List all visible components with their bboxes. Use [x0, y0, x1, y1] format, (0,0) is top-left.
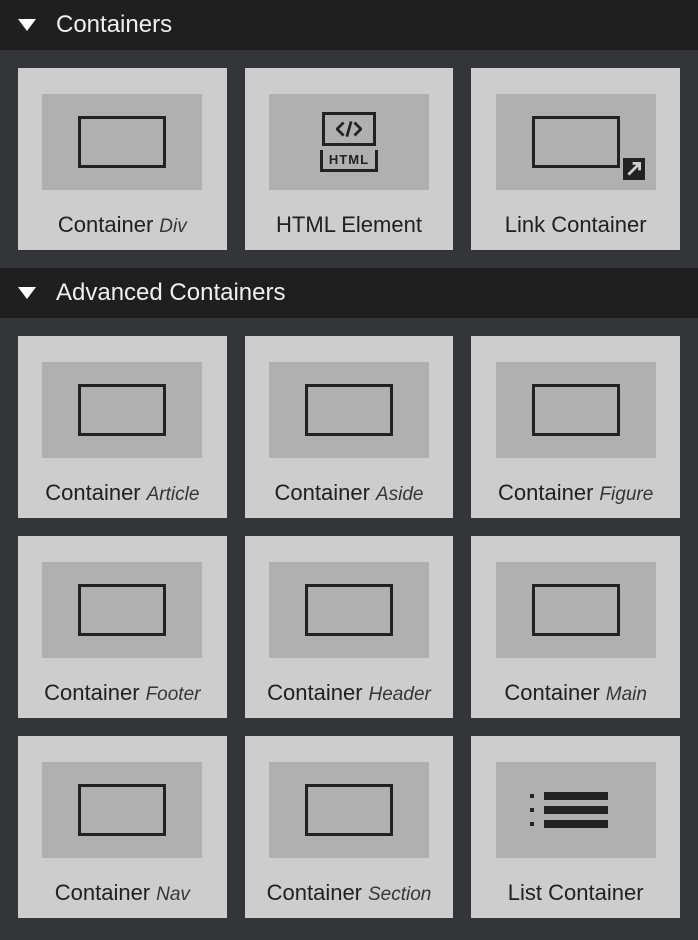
rect-icon — [496, 362, 656, 458]
card-label: ContainerArticle — [45, 480, 199, 506]
card-container-div[interactable]: Container Div — [18, 68, 227, 250]
rect-icon — [496, 562, 656, 658]
html-icon: HTML — [269, 94, 429, 190]
grid-containers: Container Div HTML HTML Element Link Con… — [0, 50, 698, 268]
rect-icon — [42, 94, 202, 190]
card-label: ContainerNav — [55, 880, 190, 906]
card-container-figure[interactable]: ContainerFigure — [471, 336, 680, 518]
card-label: Container Div — [58, 212, 187, 238]
link-rect-icon — [496, 94, 656, 190]
card-label: List Container — [508, 880, 644, 906]
card-list-container[interactable]: List Container — [471, 736, 680, 918]
card-container-footer[interactable]: ContainerFooter — [18, 536, 227, 718]
list-icon — [496, 762, 656, 858]
card-container-aside[interactable]: ContainerAside — [245, 336, 454, 518]
rect-icon — [42, 762, 202, 858]
card-container-article[interactable]: ContainerArticle — [18, 336, 227, 518]
card-label: ContainerSection — [267, 880, 432, 906]
card-label: ContainerFigure — [498, 480, 653, 506]
section-header-advanced[interactable]: Advanced Containers — [0, 268, 698, 318]
card-container-section[interactable]: ContainerSection — [245, 736, 454, 918]
rect-icon — [269, 562, 429, 658]
rect-icon — [42, 362, 202, 458]
section-title: Advanced Containers — [56, 279, 285, 307]
card-label: ContainerAside — [275, 480, 424, 506]
section-header-containers[interactable]: Containers — [0, 0, 698, 50]
grid-advanced: ContainerArticle ContainerAside Containe… — [0, 318, 698, 936]
chevron-down-icon — [18, 287, 36, 299]
card-label: ContainerFooter — [44, 680, 200, 706]
card-link-container[interactable]: Link Container — [471, 68, 680, 250]
card-container-nav[interactable]: ContainerNav — [18, 736, 227, 918]
chevron-down-icon — [18, 19, 36, 31]
section-title: Containers — [56, 11, 172, 39]
card-container-header[interactable]: ContainerHeader — [245, 536, 454, 718]
rect-icon — [42, 562, 202, 658]
card-html-element[interactable]: HTML HTML Element — [245, 68, 454, 250]
rect-icon — [269, 362, 429, 458]
card-label: ContainerHeader — [267, 680, 431, 706]
card-label: HTML Element — [276, 212, 422, 238]
card-container-main[interactable]: ContainerMain — [471, 536, 680, 718]
rect-icon — [269, 762, 429, 858]
card-label: ContainerMain — [504, 680, 647, 706]
card-label: Link Container — [505, 212, 647, 238]
